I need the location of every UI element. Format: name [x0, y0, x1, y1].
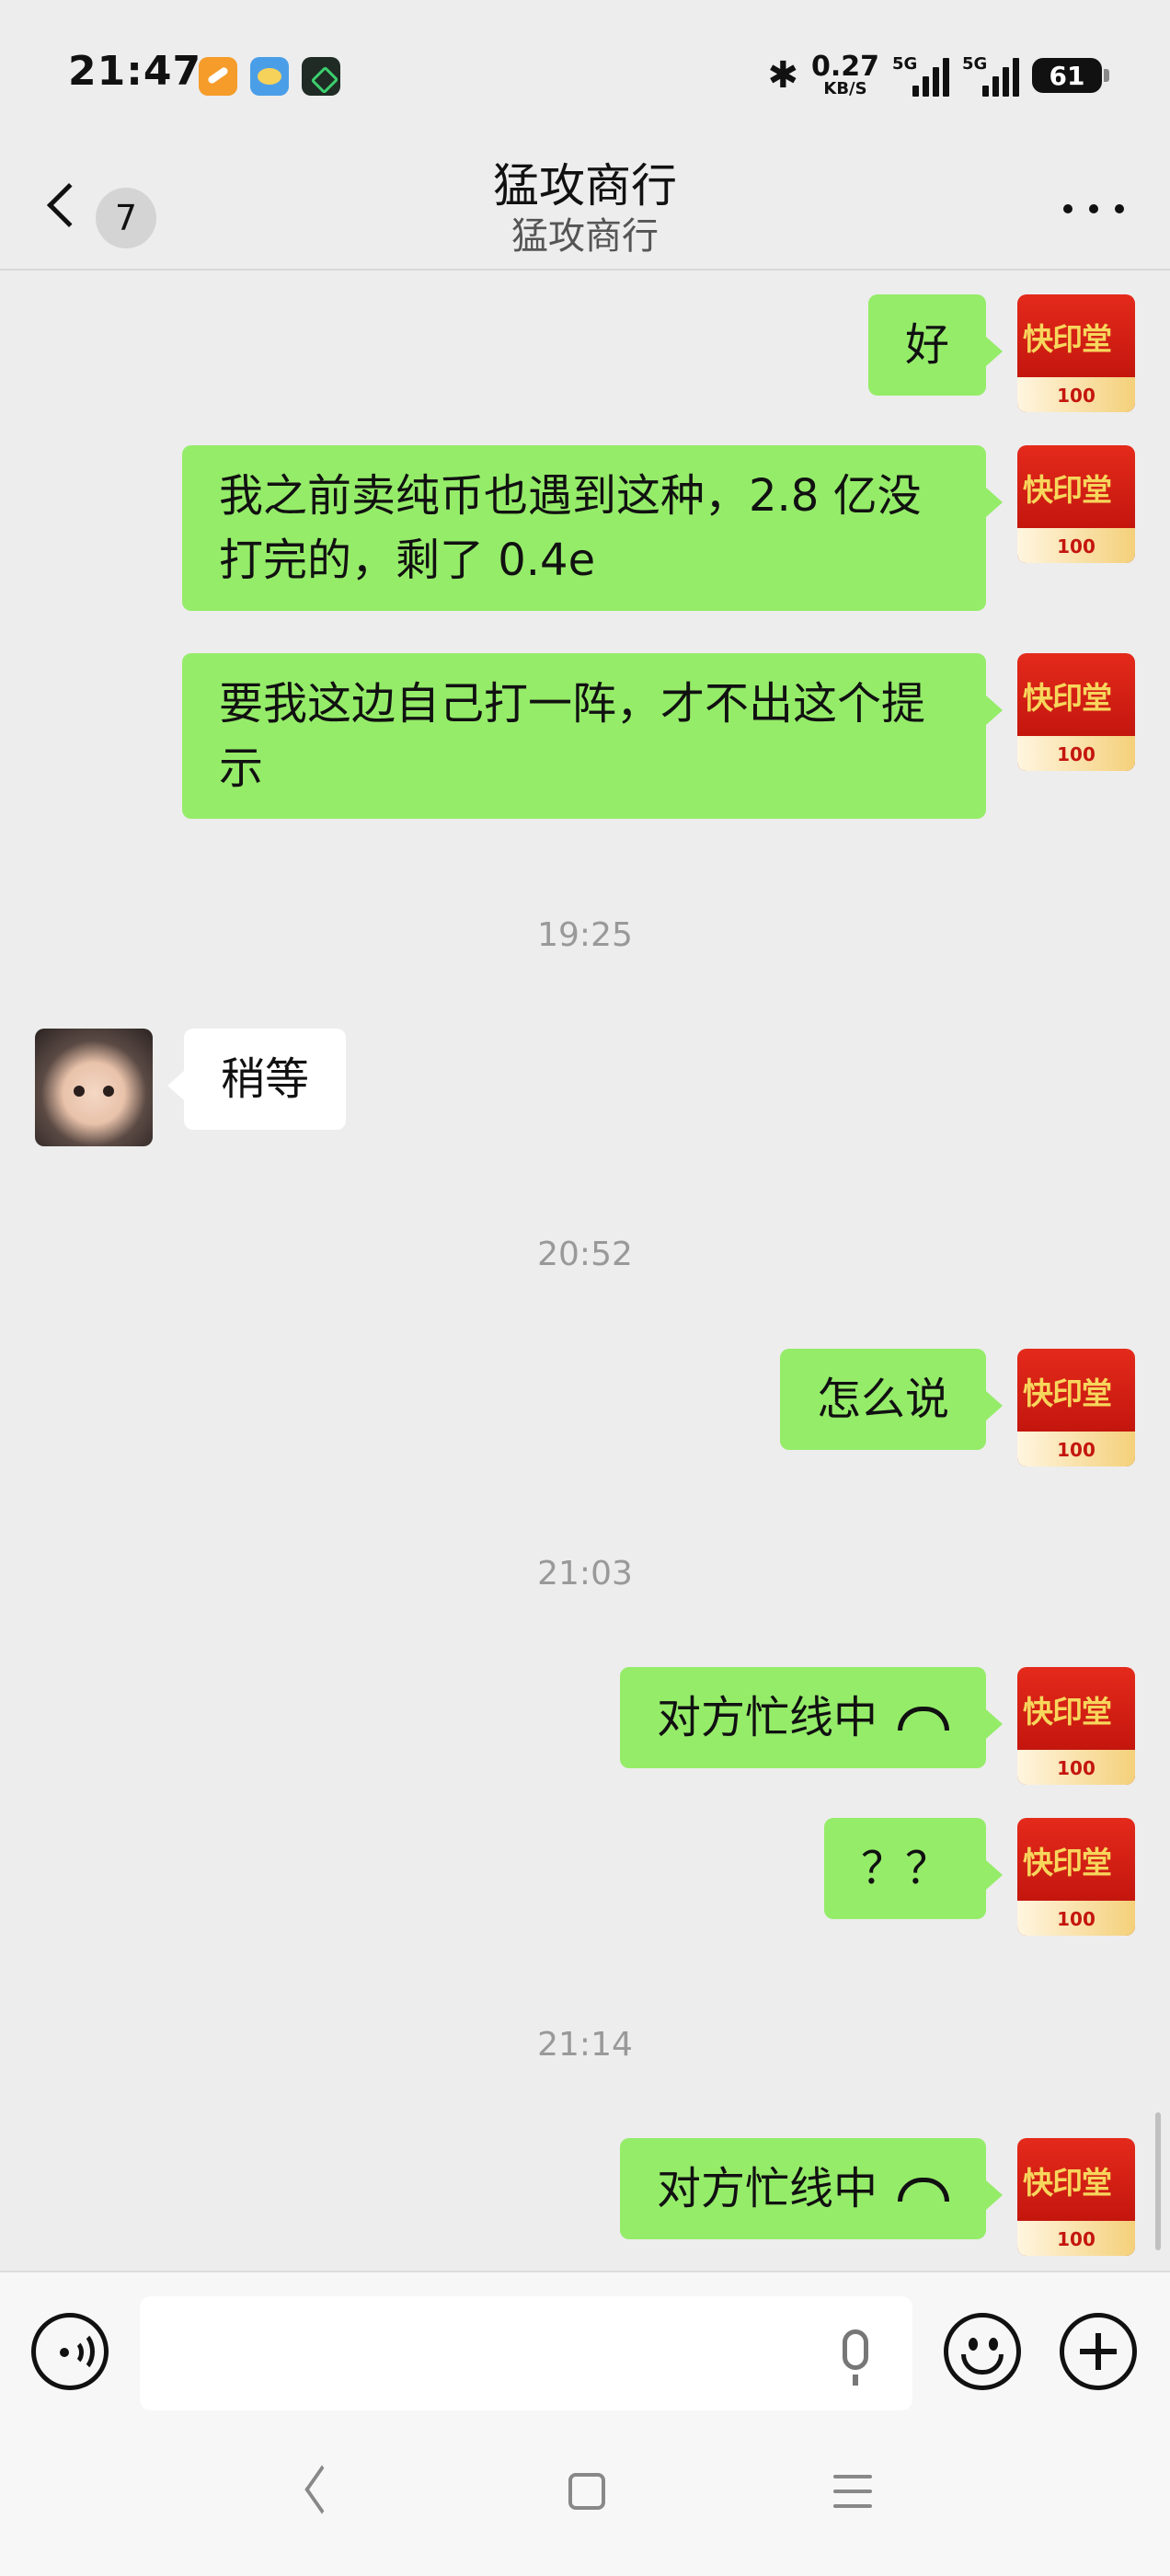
avatar-seal-text: 快印堂 [1023, 472, 1112, 508]
game-app-icon [302, 57, 340, 96]
avatar-seal-number: 100 [1057, 1908, 1095, 1930]
more-dot-icon [1115, 204, 1124, 213]
message-list[interactable]: 快印堂 100 好 快印堂 100 我之前卖纯币也遇到这种，2.8 亿没打完的，… [0, 272, 1170, 2271]
network-speed-unit: KB/S [823, 79, 867, 98]
message-bubble-out[interactable]: 要我这边自己打一阵，才不出这个提示 [182, 653, 1003, 819]
battery-icon: 61 [1032, 58, 1109, 93]
avatar-seal-text: 快印堂 [1023, 1845, 1112, 1880]
message-timestamp: 19:25 [537, 916, 633, 954]
system-nav-bar [0, 2427, 1170, 2576]
more-options-button[interactable] [1063, 195, 1124, 223]
nav-back-icon[interactable] [302, 2469, 338, 2506]
my-avatar[interactable]: 快印堂 100 [1017, 1667, 1135, 1785]
call-status-text: 对方忙线中 [656, 2163, 878, 2214]
nav-menu-icon[interactable] [833, 2475, 872, 2508]
my-avatar[interactable]: 快印堂 100 [1017, 2138, 1135, 2256]
phone-hangup-icon [898, 2178, 949, 2202]
voice-input-button[interactable] [31, 2313, 109, 2390]
avatar-seal-text: 快印堂 [1023, 321, 1112, 357]
call-status-bubble[interactable]: 对方忙线中 [619, 2138, 1004, 2239]
avatar-seal-number: 100 [1057, 743, 1095, 765]
message-bubble-out[interactable]: ？？ [823, 1818, 1004, 1919]
network-speed: 0.27 KB/S [811, 53, 879, 98]
chat-subtitle: 猛攻商行 [511, 215, 659, 258]
signal-type-label: 5G [892, 54, 918, 74]
status-time: 21:47 [68, 48, 202, 95]
call-status-text: 对方忙线中 [656, 1692, 878, 1743]
call-status-bubble[interactable]: 对方忙线中 [619, 1667, 1004, 1768]
avatar-seal-number: 100 [1057, 2228, 1095, 2250]
chat-header: 7 猛攻商行 猛攻商行 [0, 147, 1170, 270]
status-bar: 21:47 ✱ 0.27 KB/S 5G 5G 61 [0, 0, 1170, 147]
battery-level: 61 [1049, 60, 1085, 91]
avatar-seal-number: 100 [1057, 1439, 1095, 1461]
avatar-seal-number: 100 [1057, 385, 1095, 407]
message-timestamp: 21:14 [537, 2026, 633, 2064]
avatar-seal-number: 100 [1057, 1757, 1095, 1779]
avatar-seal-text: 快印堂 [1023, 1375, 1112, 1411]
contact-avatar[interactable] [35, 1029, 153, 1146]
emoji-button[interactable] [944, 2313, 1021, 2390]
my-avatar[interactable]: 快印堂 100 [1017, 653, 1135, 771]
app-notification-icon [199, 57, 237, 96]
message-bubble-out[interactable]: 好 [867, 294, 1004, 396]
avatar-seal-number: 100 [1057, 535, 1095, 558]
status-indicators: ✱ 0.27 KB/S 5G 5G 61 [767, 50, 1109, 101]
my-avatar[interactable]: 快印堂 100 [1017, 1349, 1135, 1466]
my-avatar[interactable]: 快印堂 100 [1017, 445, 1135, 563]
avatar-seal-text: 快印堂 [1023, 2165, 1112, 2201]
my-avatar[interactable]: 快印堂 100 [1017, 294, 1135, 412]
bluetooth-icon: ✱ [767, 54, 798, 97]
more-dot-icon [1063, 204, 1072, 213]
more-actions-button[interactable] [1060, 2313, 1137, 2390]
my-avatar[interactable]: 快印堂 100 [1017, 1818, 1135, 1936]
avatar-seal-text: 快印堂 [1023, 680, 1112, 716]
network-speed-value: 0.27 [810, 51, 879, 83]
signal-icon: 5G [962, 54, 1019, 97]
avatar-seal-text: 快印堂 [1023, 1694, 1112, 1730]
message-bubble-in[interactable]: 稍等 [166, 1029, 347, 1130]
message-input[interactable] [140, 2296, 912, 2410]
message-timestamp: 21:03 [537, 1555, 633, 1593]
message-bubble-out[interactable]: 怎么说 [779, 1349, 1004, 1450]
signal-icon: 5G [892, 54, 949, 97]
scrollbar[interactable] [1155, 2112, 1161, 2250]
microphone-icon[interactable] [843, 2329, 868, 2386]
input-bar [0, 2271, 1170, 2427]
signal-type-label: 5G [962, 54, 988, 74]
phone-hangup-icon [898, 1707, 949, 1731]
more-dot-icon [1089, 204, 1098, 213]
nav-home-icon[interactable] [568, 2473, 605, 2510]
message-timestamp: 20:52 [537, 1236, 633, 1273]
weather-app-icon [250, 57, 289, 96]
message-bubble-out[interactable]: 我之前卖纯币也遇到这种，2.8 亿没打完的，剩了 0.4e [182, 445, 1003, 611]
